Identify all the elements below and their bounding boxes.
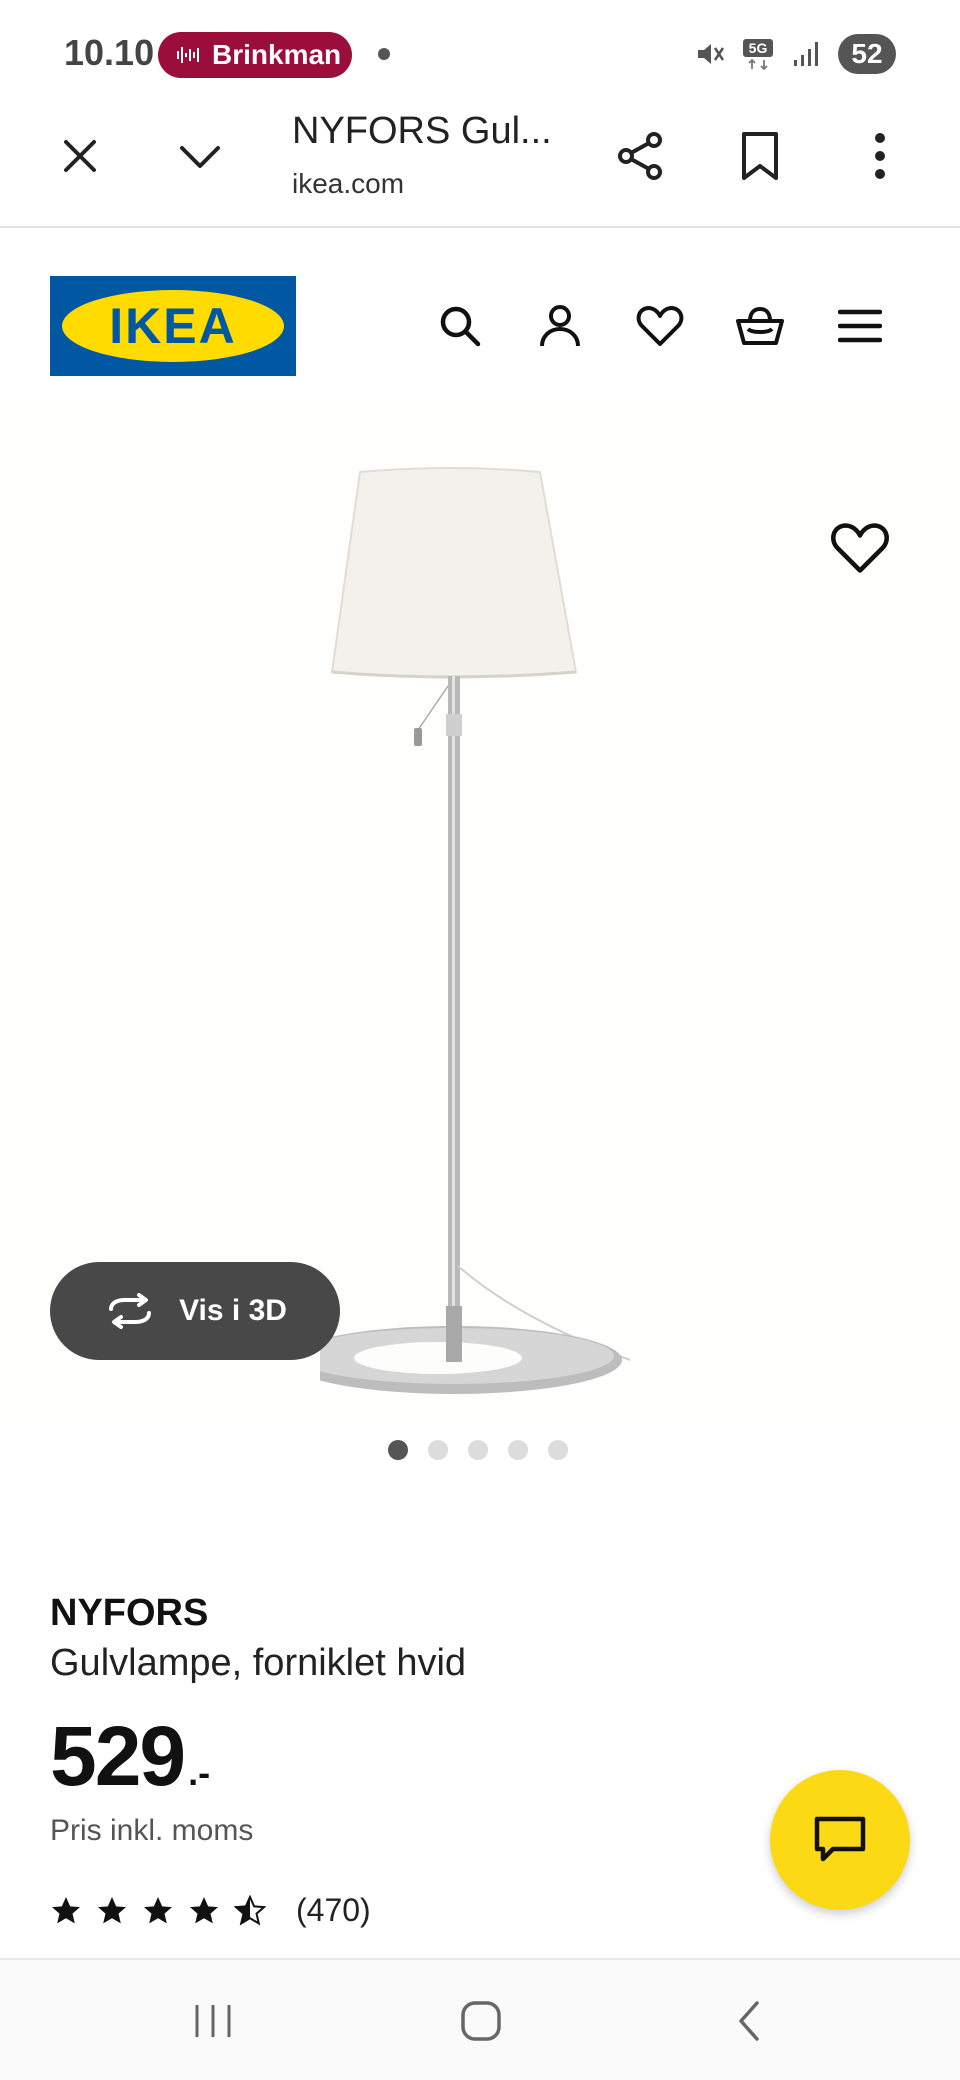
svg-text:5G: 5G <box>749 40 768 56</box>
star-full-icon <box>52 1896 80 1923</box>
product-description: Gulvlampe, forniklet hvid <box>50 1642 467 1684</box>
signal-icon <box>794 42 818 66</box>
menu-button[interactable] <box>830 296 890 356</box>
gallery-dot[interactable] <box>508 1440 528 1460</box>
status-icons: 5G 52 <box>694 34 896 74</box>
recents-button[interactable] <box>178 1990 248 2052</box>
minimize-tab-button[interactable] <box>168 124 232 188</box>
share-button[interactable] <box>608 124 672 188</box>
battery-indicator: 52 <box>838 34 896 74</box>
rotate-3d-icon <box>109 1293 152 1329</box>
gallery-dot[interactable] <box>468 1440 488 1460</box>
chat-button[interactable] <box>770 1770 910 1910</box>
product-rating[interactable]: (470) <box>50 1892 371 1929</box>
basket-button[interactable] <box>730 296 790 356</box>
more-options-button[interactable] <box>848 124 912 188</box>
gallery-dot[interactable] <box>428 1440 448 1460</box>
more-vert-icon <box>875 133 885 179</box>
lamp-image <box>320 467 631 1394</box>
view-3d-button[interactable]: Vis i 3D <box>50 1262 340 1360</box>
notification-dot <box>378 48 390 60</box>
heart-icon <box>636 306 684 346</box>
tab-url[interactable]: ikea.com <box>292 168 404 200</box>
close-icon <box>64 140 96 172</box>
tab-title[interactable]: NYFORS Gul... <box>292 110 552 153</box>
share-icon <box>618 132 662 180</box>
favorites-button[interactable] <box>630 296 690 356</box>
rating-stars <box>50 1894 266 1927</box>
save-to-favorites-button[interactable] <box>830 520 890 580</box>
account-button[interactable] <box>530 296 590 356</box>
system-nav-bar <box>0 1958 960 2080</box>
account-icon <box>540 305 580 347</box>
bookmark-icon <box>742 132 778 180</box>
review-count[interactable]: (470) <box>296 1892 371 1929</box>
vat-note: Pris inkl. moms <box>50 1814 254 1847</box>
gallery-dot[interactable] <box>388 1440 408 1460</box>
gallery-dot[interactable] <box>548 1440 568 1460</box>
price-suffix: .- <box>188 1752 211 1793</box>
gallery-pagination <box>388 1440 568 1460</box>
product-name: NYFORS <box>50 1592 209 1634</box>
search-button[interactable] <box>430 296 490 356</box>
network-5g-icon: 5G <box>743 39 773 71</box>
media-pill[interactable]: Brinkman <box>158 32 352 78</box>
bookmark-button[interactable] <box>728 124 792 188</box>
media-app-name: Brinkman <box>212 39 342 70</box>
search-icon <box>440 306 481 347</box>
logo-text: IKEA <box>109 298 237 354</box>
heart-icon <box>831 523 889 573</box>
status-bar: 10.10 Brinkman 5G 52 <box>0 0 960 100</box>
menu-icon <box>838 309 882 343</box>
mute-icon <box>698 44 725 64</box>
back-icon <box>739 2001 759 2041</box>
star-full-icon <box>98 1896 126 1923</box>
logo-oval: IKEA <box>62 290 284 362</box>
recents-icon <box>195 2005 231 2037</box>
basket-icon <box>736 306 784 345</box>
status-time: 10.10 <box>64 32 155 73</box>
audio-bars-icon <box>177 47 199 63</box>
close-tab-button[interactable] <box>48 124 112 188</box>
view-3d-label: Vis i 3D <box>179 1294 287 1327</box>
star-full-icon <box>190 1896 218 1923</box>
back-button[interactable] <box>714 1990 784 2052</box>
home-icon <box>461 2001 501 2041</box>
star-full-icon <box>144 1896 172 1923</box>
product-price: 529 .- <box>50 1708 210 1805</box>
chat-icon <box>814 1816 866 1862</box>
chevron-down-icon <box>180 146 220 168</box>
price-value: 529 <box>50 1709 186 1803</box>
home-button[interactable] <box>446 1990 516 2052</box>
ikea-logo[interactable]: IKEA <box>50 276 296 376</box>
star-half-icon <box>234 1894 266 1925</box>
